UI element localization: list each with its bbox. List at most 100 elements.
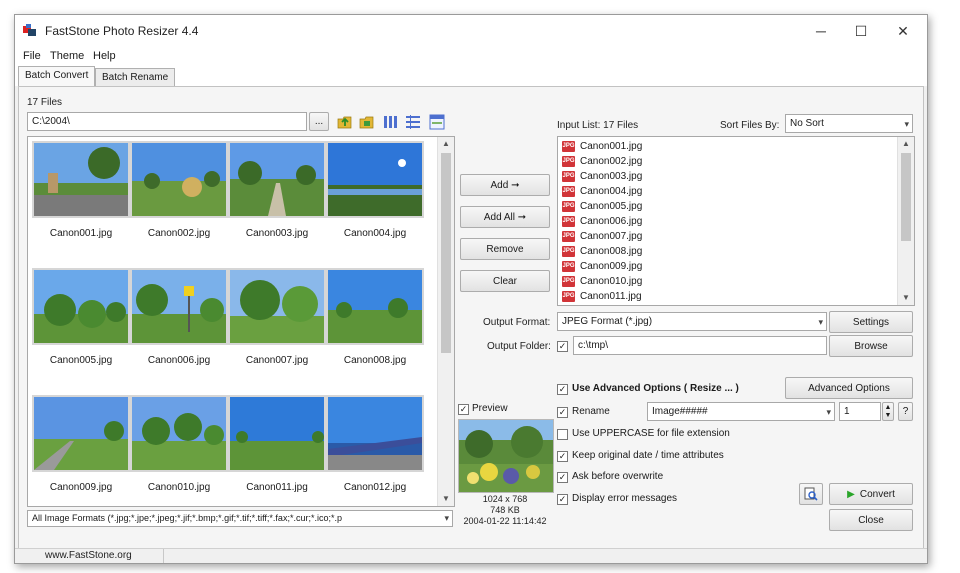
thumbnail-image — [326, 141, 424, 218]
thumbnail-caption: Canon009.jpg — [49, 482, 113, 493]
input-list-scrollbar[interactable]: ▲ ▼ — [897, 137, 914, 305]
rename-start-number[interactable]: 1 — [839, 402, 881, 421]
folder-path-input[interactable]: C:\2004\ — [27, 112, 307, 131]
output-format-label: Output Format: — [483, 317, 551, 328]
rename-checkbox[interactable]: ✓ — [557, 407, 568, 418]
thumbnail-caption: Canon011.jpg — [246, 482, 308, 493]
maximize-button[interactable]: ☐ — [841, 19, 881, 43]
tab-batch-rename[interactable]: Batch Rename — [95, 68, 176, 87]
up-folder-icon[interactable] — [337, 114, 353, 130]
clear-button[interactable]: Clear — [460, 270, 550, 292]
remove-button[interactable]: Remove — [460, 238, 550, 260]
advanced-options-checkbox[interactable]: ✓ — [557, 384, 568, 395]
folder-icon[interactable] — [359, 114, 375, 130]
thumbnail-item[interactable]: Canon010.jpg — [130, 395, 228, 506]
input-file-item[interactable]: JPG Canon001.jpg — [562, 139, 642, 154]
convert-label: Convert — [859, 488, 895, 500]
add-button[interactable]: Add ➞ — [460, 174, 550, 196]
sort-files-label: Sort Files By: — [720, 120, 780, 131]
scroll-down-arrow[interactable]: ▼ — [898, 291, 914, 305]
display-errors-label: Display error messages — [572, 493, 678, 504]
thumbnail-item[interactable]: Canon009.jpg — [32, 395, 130, 506]
menu-help[interactable]: Help — [93, 50, 116, 62]
thumbnail-caption: Canon005.jpg — [49, 355, 113, 366]
menu-theme[interactable]: Theme — [50, 50, 84, 62]
rename-help-button[interactable]: ? — [898, 402, 913, 421]
input-file-name: Canon008.jpg — [580, 246, 643, 257]
advanced-options-button[interactable]: Advanced Options — [785, 377, 913, 399]
thumbnail-image — [130, 268, 228, 345]
input-file-item[interactable]: JPG Canon006.jpg — [562, 214, 642, 229]
input-file-item[interactable]: JPG Canon003.jpg — [562, 169, 642, 184]
scroll-up-arrow[interactable]: ▲ — [438, 137, 454, 151]
thumbnail-caption: Canon007.jpg — [245, 355, 309, 366]
input-file-item[interactable]: JPG Canon010.jpg — [562, 274, 642, 289]
input-file-item[interactable]: JPG Canon002.jpg — [562, 154, 642, 169]
preview-output-button[interactable] — [799, 483, 823, 505]
folder-browse-button[interactable]: ... — [309, 112, 329, 131]
rename-pattern-select[interactable]: Image##### ▾ — [647, 402, 835, 421]
input-file-item[interactable]: JPG Canon007.jpg — [562, 229, 642, 244]
thumbnail-caption: Canon003.jpg — [245, 228, 309, 239]
display-errors-checkbox[interactable]: ✓ — [557, 494, 568, 505]
preview-checkbox[interactable]: ✓ — [458, 404, 469, 415]
details-view-icon[interactable] — [429, 114, 445, 130]
thumbnail-browser[interactable]: Canon001.jpg Canon002.jpg Canon003.jpg Cano… — [27, 136, 455, 507]
start-number-spinner[interactable]: ▲ ▼ — [882, 402, 894, 421]
input-file-item[interactable]: JPG Canon009.jpg — [562, 259, 642, 274]
list-view-icon[interactable] — [405, 114, 421, 130]
minimize-button[interactable]: ─ — [801, 19, 841, 43]
batch-convert-panel: 17 Files C:\2004\ ... Canon001.jpg Canon… — [18, 86, 924, 550]
keep-date-label: Keep original date / time attributes — [572, 450, 724, 461]
thumbnail-image — [228, 268, 326, 345]
settings-button[interactable]: Settings — [829, 311, 913, 333]
thumbnail-item[interactable]: Canon004.jpg — [326, 141, 424, 261]
scroll-thumb[interactable] — [901, 153, 911, 241]
format-filter-select[interactable]: All Image Formats (*.jpg;*.jpe;*.jpeg;*.… — [27, 510, 453, 527]
thumbnail-item[interactable]: Canon003.jpg — [228, 141, 326, 261]
close-dialog-button[interactable]: Close — [829, 509, 913, 531]
tab-batch-convert[interactable]: Batch Convert — [18, 66, 96, 87]
thumbnail-item[interactable]: Canon007.jpg — [228, 268, 326, 388]
output-folder-input[interactable]: c:\tmp\ — [573, 336, 827, 355]
input-file-item[interactable]: JPG Canon008.jpg — [562, 244, 642, 259]
thumbnail-caption: Canon006.jpg — [147, 355, 211, 366]
menu-file[interactable]: File — [23, 50, 41, 62]
jpg-file-icon: JPG — [562, 171, 575, 182]
thumbnail-item[interactable]: Canon012.jpg — [326, 395, 424, 506]
input-file-name: Canon011.jpg — [580, 291, 642, 302]
convert-button[interactable]: ▶ Convert — [829, 483, 913, 505]
browse-button[interactable]: Browse — [829, 335, 913, 357]
thumbnail-item[interactable]: Canon008.jpg — [326, 268, 424, 388]
window-title: FastStone Photo Resizer 4.4 — [45, 24, 199, 38]
scroll-up-arrow[interactable]: ▲ — [898, 137, 914, 151]
thumbnail-item[interactable]: Canon006.jpg — [130, 268, 228, 388]
sort-select[interactable]: No Sort ▾ — [785, 114, 913, 133]
output-format-select[interactable]: JPEG Format (*.jpg) ▾ — [557, 312, 827, 331]
scroll-down-arrow[interactable]: ▼ — [438, 492, 454, 506]
output-folder-checkbox[interactable]: ✓ — [557, 341, 568, 352]
thumbnail-view-icon[interactable] — [383, 114, 399, 130]
add-all-button[interactable]: Add All ➞ — [460, 206, 550, 228]
close-button[interactable]: ✕ — [883, 19, 923, 43]
jpg-file-icon: JPG — [562, 276, 575, 287]
input-file-item[interactable]: JPG Canon004.jpg — [562, 184, 642, 199]
input-file-item[interactable]: JPG Canon005.jpg — [562, 199, 642, 214]
thumbnail-caption: Canon010.jpg — [147, 482, 211, 493]
status-url[interactable]: www.FastStone.org — [45, 550, 132, 561]
input-file-list[interactable]: JPG Canon001.jpg JPG Canon002.jpg JPG Canon00… — [557, 136, 915, 306]
input-file-item[interactable]: JPG Canon011.jpg — [562, 289, 642, 304]
thumbnail-scrollbar[interactable]: ▲ ▼ — [437, 137, 454, 506]
ask-overwrite-checkbox[interactable]: ✓ — [557, 472, 568, 483]
uppercase-checkbox[interactable] — [557, 429, 568, 440]
chevron-down-icon: ▾ — [444, 513, 449, 523]
spin-up-icon: ▲ — [884, 403, 892, 411]
input-file-name: Canon010.jpg — [580, 276, 643, 287]
thumbnail-item[interactable]: Canon011.jpg — [228, 395, 326, 506]
keep-date-checkbox[interactable]: ✓ — [557, 451, 568, 462]
thumbnail-item[interactable]: Canon005.jpg — [32, 268, 130, 388]
thumbnail-item[interactable]: Canon002.jpg — [130, 141, 228, 261]
preview-label: Preview — [472, 403, 508, 414]
thumbnail-item[interactable]: Canon001.jpg — [32, 141, 130, 261]
scroll-thumb[interactable] — [441, 153, 451, 353]
